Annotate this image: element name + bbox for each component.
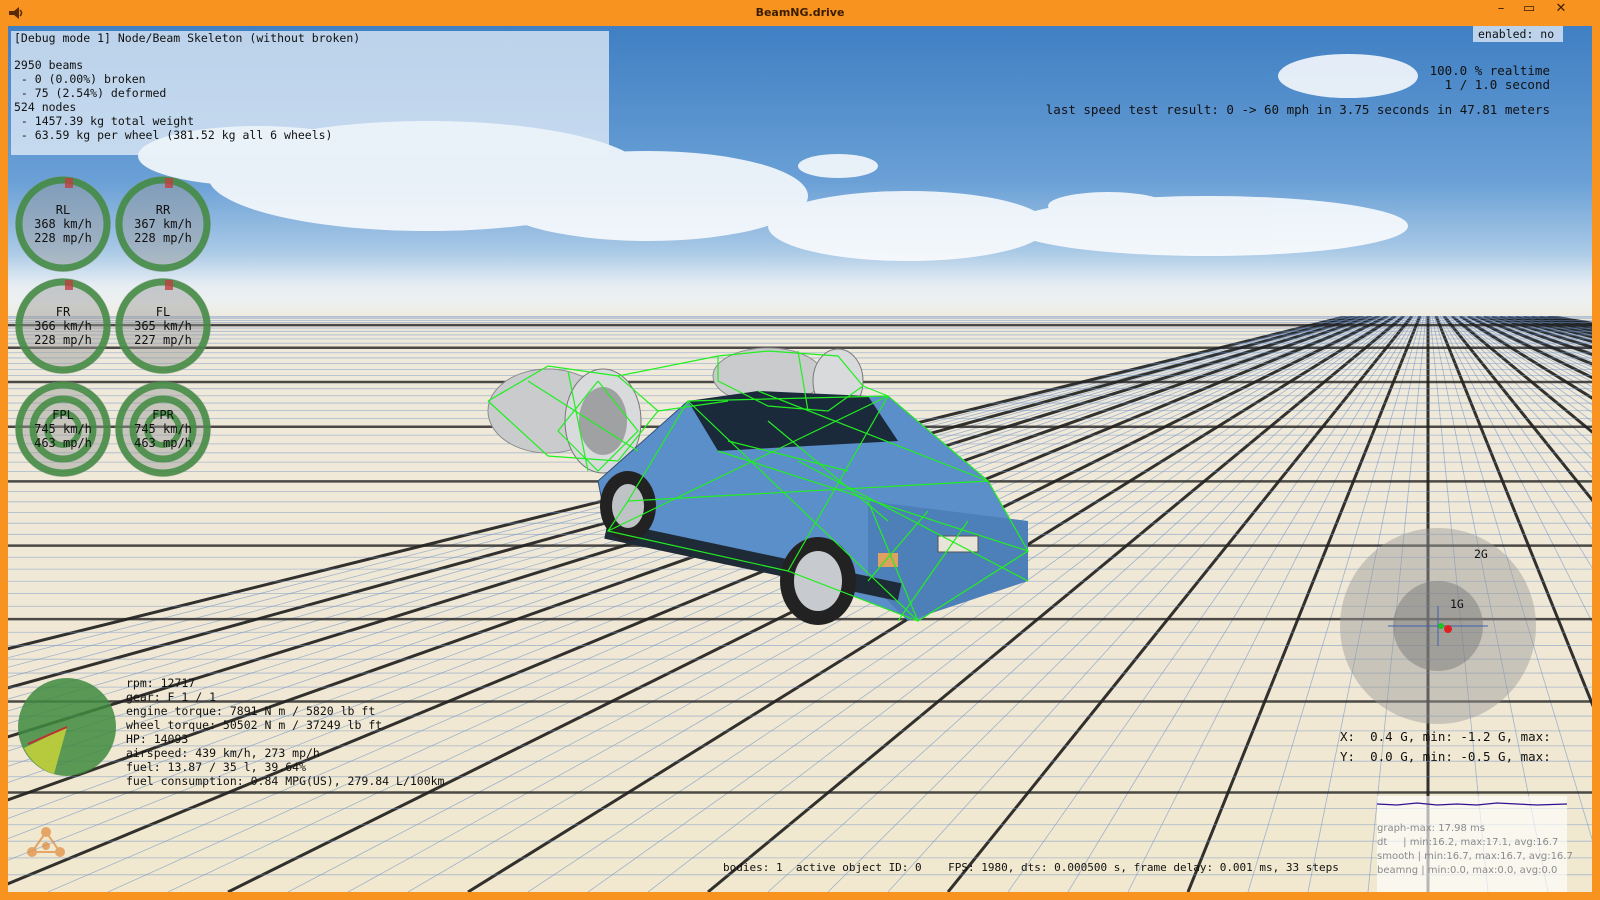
wheel-mph-label: 463 mp/h (34, 436, 92, 450)
wheel-kmh-label: 366 km/h (34, 319, 92, 333)
wheel-gauge-fpr: FPR 745 km/h 463 mp/h (113, 379, 213, 479)
fuel-level: fuel: 13.87 / 35 l, 39.64% (126, 760, 307, 774)
debug-header: [Debug mode 1] Node/Beam Skeleton (witho… (14, 31, 361, 45)
engine-hp: HP: 14093 (126, 732, 189, 746)
gforce-meter (1340, 528, 1536, 724)
graph-smooth: smooth | min:16.7, max:16.7, avg:16.7 (1377, 851, 1573, 862)
fuel-consumption: fuel consumption: 0.84 MPG(US), 279.84 L… (126, 774, 445, 788)
debug-per-wheel: - 63.59 kg per wheel (381.52 kg all 6 wh… (14, 128, 333, 142)
graph-beamng: beamng | min:0.0, max:0.0, avg:0.0 (1377, 865, 1558, 876)
close-button[interactable]: ✕ (1548, 0, 1574, 20)
wheel-mph-label: 227 mp/h (134, 333, 192, 347)
graph-dt: dt | min:16.2, max:17.1, avg:16.7 (1377, 837, 1559, 848)
maximize-button[interactable]: ▭ (1516, 0, 1542, 20)
minimize-button[interactable]: – (1488, 0, 1514, 20)
game-viewport[interactable]: [Debug mode 1] Node/Beam Skeleton (witho… (8, 26, 1592, 892)
graph-max: graph-max: 17.98 ms (1377, 823, 1485, 834)
wheel-kmh-label: 745 km/h (34, 422, 92, 436)
title-bar: BeamNG.drive – ▭ ✕ (0, 0, 1600, 26)
debug-broken: - 0 (0.00%) broken (14, 72, 146, 86)
wheel-name-label: RR (155, 203, 171, 217)
enabled-status: enabled: no (1478, 27, 1555, 41)
wheel-gauge-rl: RL 368 km/h 228 mp/h (13, 174, 113, 274)
gforce-2g-label: 2G (1474, 547, 1488, 561)
wheel-mph-label: 463 mp/h (134, 436, 192, 450)
wheel-gauge-fl: FL 365 km/h 227 mp/h (113, 276, 213, 376)
wheel-mph-label: 228 mp/h (34, 333, 92, 347)
wheel-name-label: FL (155, 305, 171, 319)
wheel-kmh-label: 368 km/h (34, 217, 92, 231)
wheel-kmh-label: 367 km/h (134, 217, 192, 231)
beamng-logo-icon (27, 827, 65, 857)
vehicle-wireframe[interactable] (468, 321, 1048, 641)
realtime-percent: 100.0 % realtime (1429, 63, 1550, 78)
wheel-gauge-rr: RR 367 km/h 228 mp/h (113, 174, 213, 274)
gforce-y: Y: 0.0 G, min: -0.5 G, max: (1340, 749, 1551, 764)
debug-beams: 2950 beams (14, 58, 84, 72)
debug-weight: - 1457.39 kg total weight (14, 114, 195, 128)
gforce-x: X: 0.4 G, min: -1.2 G, max: (1340, 729, 1551, 744)
gforce-1g-label: 1G (1450, 597, 1464, 611)
car-body (597, 391, 1029, 625)
wheel-gauge-fr: FR 366 km/h 228 mp/h (13, 276, 113, 376)
wheel-kmh-label: 365 km/h (134, 319, 192, 333)
wheel-kmh-label: 745 km/h (134, 422, 192, 436)
wheel-name-label: FPR (152, 408, 174, 422)
engine-rpm: rpm: 12717 (126, 676, 196, 690)
airspeed: airspeed: 439 km/h, 273 mp/h (126, 746, 320, 760)
wheel-name-label: FR (55, 305, 71, 319)
realtime-ratio: 1 / 1.0 second (1444, 77, 1550, 92)
debug-deformed: - 75 (2.54%) deformed (14, 86, 167, 100)
wheel-name-label: RL (55, 203, 71, 217)
wheel-torque: wheel torque: 50502 N m / 37249 lb ft (126, 718, 383, 732)
speed-test-result: last speed test result: 0 -> 60 mph in 3… (1045, 102, 1550, 117)
wheel-mph-label: 228 mp/h (34, 231, 92, 245)
window-title: BeamNG.drive (755, 6, 845, 19)
engine-gear: gear: F 1 / 1 (126, 690, 217, 704)
wheel-name-label: FPL (52, 408, 74, 422)
rpm-gauge (18, 678, 116, 776)
perf-graph-line (1377, 802, 1567, 806)
engine-torque: engine torque: 7891 N m / 5820 lb ft (126, 704, 376, 718)
debug-nodes: 524 nodes (14, 100, 77, 114)
status-bar: bodies: 1 active object ID: 0 FPS: 1980,… (723, 861, 1339, 874)
wheel-gauge-fpl: FPL 745 km/h 463 mp/h (13, 379, 113, 479)
wheel-mph-label: 228 mp/h (134, 231, 192, 245)
